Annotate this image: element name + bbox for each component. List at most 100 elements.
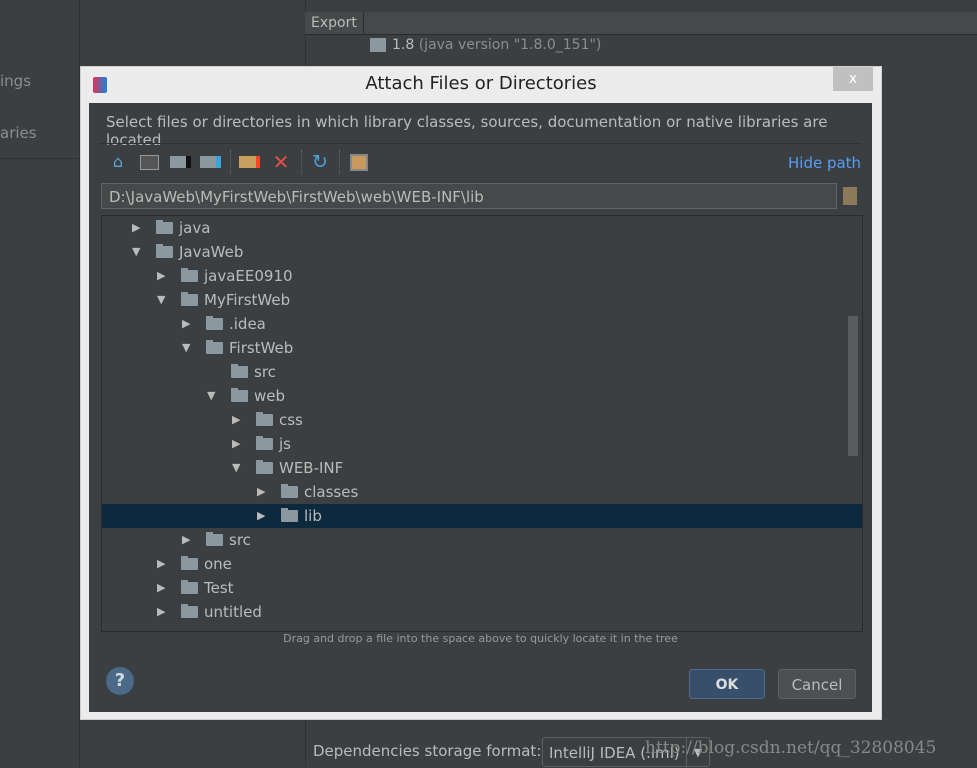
jdk-entry[interactable]: 1.8 (java version "1.8.0_151") (370, 37, 601, 53)
refresh-icon[interactable]: ↻ (309, 151, 331, 173)
tree-node-label: src (254, 363, 276, 381)
folder-icon (256, 436, 273, 450)
attach-files-dialog: Attach Files or Directories x Select fil… (80, 66, 882, 720)
tree-node[interactable]: ▶ javaEE0910 (102, 264, 862, 288)
sidebar-item-settings[interactable]: ings (0, 72, 31, 90)
delete-icon[interactable]: ✕ (270, 151, 292, 173)
collapsed-arrow-icon[interactable]: ▶ (182, 528, 194, 552)
collapsed-arrow-icon[interactable]: ▶ (132, 216, 144, 240)
tree-node[interactable]: ▶ untitled (102, 600, 862, 624)
toolbar-separator (339, 150, 341, 174)
collapsed-arrow-icon[interactable]: ▶ (157, 552, 169, 576)
cancel-button[interactable]: Cancel (778, 669, 856, 699)
tree-node[interactable]: ▼ web (102, 384, 862, 408)
collapsed-arrow-icon[interactable]: ▶ (232, 408, 244, 432)
module-folder-icon[interactable] (199, 156, 221, 168)
show-hidden-icon[interactable] (350, 154, 368, 171)
tree-node-label: .idea (229, 315, 266, 333)
folder-icon (181, 292, 198, 306)
tree-node[interactable]: ▶ Test (102, 576, 862, 600)
folder-icon (231, 364, 248, 378)
collapsed-arrow-icon[interactable]: ▶ (182, 312, 194, 336)
collapsed-arrow-icon[interactable]: ▶ (257, 504, 269, 528)
drag-drop-hint: Drag and drop a file into the space abov… (283, 632, 678, 645)
tree-node-label: java (179, 219, 211, 237)
tree-node[interactable]: ▶ java (102, 216, 862, 240)
folder-icon (281, 484, 298, 498)
tree-node-label: untitled (204, 603, 262, 621)
folder-icon (231, 388, 248, 402)
folder-icon (181, 604, 198, 618)
folder-icon (181, 268, 198, 282)
expanded-arrow-icon[interactable]: ▼ (207, 384, 219, 408)
tree-node[interactable]: ▶ src (102, 528, 862, 552)
export-column-header[interactable]: Export (305, 12, 977, 35)
folder-icon (156, 244, 173, 258)
jdk-version: (java version "1.8.0_151") (418, 37, 602, 53)
folder-icon (181, 556, 198, 570)
tree-node[interactable]: ▶ css (102, 408, 862, 432)
collapsed-arrow-icon[interactable]: ▶ (157, 264, 169, 288)
tree-node[interactable]: ▼ FirstWeb (102, 336, 862, 360)
tree-node[interactable]: ▼ MyFirstWeb (102, 288, 862, 312)
tree-node[interactable]: src (102, 360, 862, 384)
dialog-content: Select files or directories in which lib… (89, 103, 872, 712)
tree-node[interactable]: ▶ classes (102, 480, 862, 504)
tree-node-label: js (279, 435, 291, 453)
folder-icon (206, 316, 223, 330)
history-dropdown-icon[interactable] (843, 187, 857, 205)
collapsed-arrow-icon[interactable]: ▶ (157, 600, 169, 624)
tree-node-label: classes (304, 483, 359, 501)
home-icon[interactable]: ⌂ (107, 151, 129, 173)
jdk-name: 1.8 (392, 37, 415, 53)
left-sidebar: ings aries (0, 0, 80, 767)
collapsed-arrow-icon[interactable]: ▶ (232, 432, 244, 456)
tree-node[interactable]: ▶ lib (102, 504, 862, 528)
tree-node[interactable]: ▶ one (102, 552, 862, 576)
tree-node-label: one (204, 555, 232, 573)
divider (99, 143, 861, 144)
tree-node-label: WEB-INF (279, 459, 344, 477)
divider (0, 158, 79, 159)
tree-node[interactable]: ▶ .idea (102, 312, 862, 336)
expanded-arrow-icon[interactable]: ▼ (132, 240, 144, 264)
tree-node-label: src (229, 531, 251, 549)
folder-icon (206, 340, 223, 354)
tree-node-label: css (279, 411, 303, 429)
tree-node-label: lib (304, 507, 322, 525)
expanded-arrow-icon[interactable]: ▼ (182, 336, 194, 360)
tree-node-label: web (254, 387, 286, 405)
new-folder-icon[interactable] (238, 156, 260, 168)
help-button[interactable]: ? (106, 667, 134, 695)
folder-icon (181, 580, 198, 594)
dependencies-label: Dependencies storage format: (313, 742, 542, 760)
tree-node-label: JavaWeb (179, 243, 244, 261)
collapsed-arrow-icon[interactable]: ▶ (157, 576, 169, 600)
folder-icon (256, 460, 273, 474)
tree-node[interactable]: ▼ WEB-INF (102, 456, 862, 480)
jdk-icon (370, 38, 386, 52)
tree-node[interactable]: ▼ JavaWeb (102, 240, 862, 264)
tree-node-label: javaEE0910 (204, 267, 293, 285)
hide-path-link[interactable]: Hide path (788, 154, 861, 172)
collapsed-arrow-icon[interactable]: ▶ (257, 480, 269, 504)
folder-icon (156, 220, 173, 234)
watermark: http://blog.csdn.net/qq_32808045 (645, 738, 937, 758)
tree-node[interactable]: ▶ js (102, 432, 862, 456)
folder-icon (281, 508, 298, 522)
folder-icon (256, 412, 273, 426)
tree-node-label: FirstWeb (229, 339, 294, 357)
toolbar-separator (301, 150, 303, 174)
path-input[interactable]: D:\JavaWeb\MyFirstWeb\FirstWeb\web\WEB-I… (101, 183, 837, 209)
expanded-arrow-icon[interactable]: ▼ (157, 288, 169, 312)
file-tree[interactable]: ▶ java ▼ JavaWeb ▶ javaEE0910 ▼ MyFirstWeb ▶ .ide… (101, 215, 863, 632)
project-folder-icon[interactable] (169, 156, 191, 168)
desktop-icon[interactable] (139, 155, 159, 170)
folder-icon (206, 532, 223, 546)
close-button[interactable]: x (833, 67, 873, 91)
dialog-title: Attach Files or Directories (365, 73, 597, 94)
expanded-arrow-icon[interactable]: ▼ (232, 456, 244, 480)
sidebar-item-libraries[interactable]: aries (0, 124, 37, 142)
ok-button[interactable]: OK (689, 669, 765, 699)
tree-scrollbar[interactable] (848, 316, 858, 456)
